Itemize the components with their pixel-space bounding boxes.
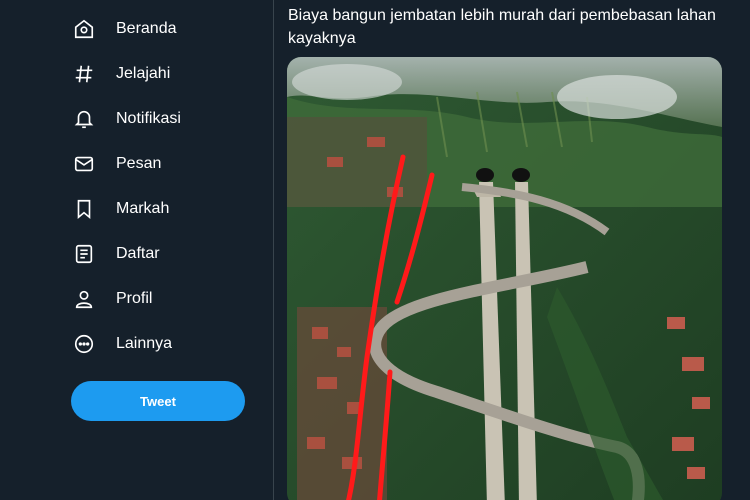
sidebar-item-notifikasi[interactable]: Notifikasi [72,99,181,139]
sidebar-item-label: Profil [116,290,153,307]
person-icon [72,287,96,311]
aerial-photo-icon [287,57,722,500]
post-image[interactable] [287,57,722,500]
more-circle-icon [72,332,96,356]
column-divider [273,0,274,500]
tweet-button[interactable]: Tweet [71,381,245,421]
sidebar-nav: Beranda Jelajahi Notifikasi Pesan Markah… [0,0,273,500]
sidebar-item-pesan[interactable]: Pesan [72,144,161,184]
mail-icon [72,152,96,176]
sidebar-item-jelajahi[interactable]: Jelajahi [72,54,170,94]
hashtag-icon [72,62,96,86]
list-icon [72,242,96,266]
sidebar-item-label: Markah [116,200,170,217]
post-text: Biaya bangun jembatan lebih murah dari p… [288,7,716,47]
sidebar-item-label: Daftar [116,245,160,262]
sidebar-item-label: Jelajahi [116,65,171,82]
sidebar-item-beranda[interactable]: Beranda [72,9,177,49]
sidebar-item-markah[interactable]: Markah [72,189,169,229]
sidebar-item-label: Pesan [116,155,162,172]
sidebar-item-profil[interactable]: Profil [72,279,152,319]
sidebar-item-lainnya[interactable]: Lainnya [72,324,172,364]
sidebar-item-label: Lainnya [116,335,173,352]
bookmark-icon [72,197,96,221]
home-icon [72,17,96,41]
sidebar-item-label: Notifikasi [116,110,181,127]
sidebar-item-label: Beranda [116,20,177,37]
bell-icon [72,107,96,131]
sidebar-item-daftar[interactable]: Daftar [72,234,160,274]
